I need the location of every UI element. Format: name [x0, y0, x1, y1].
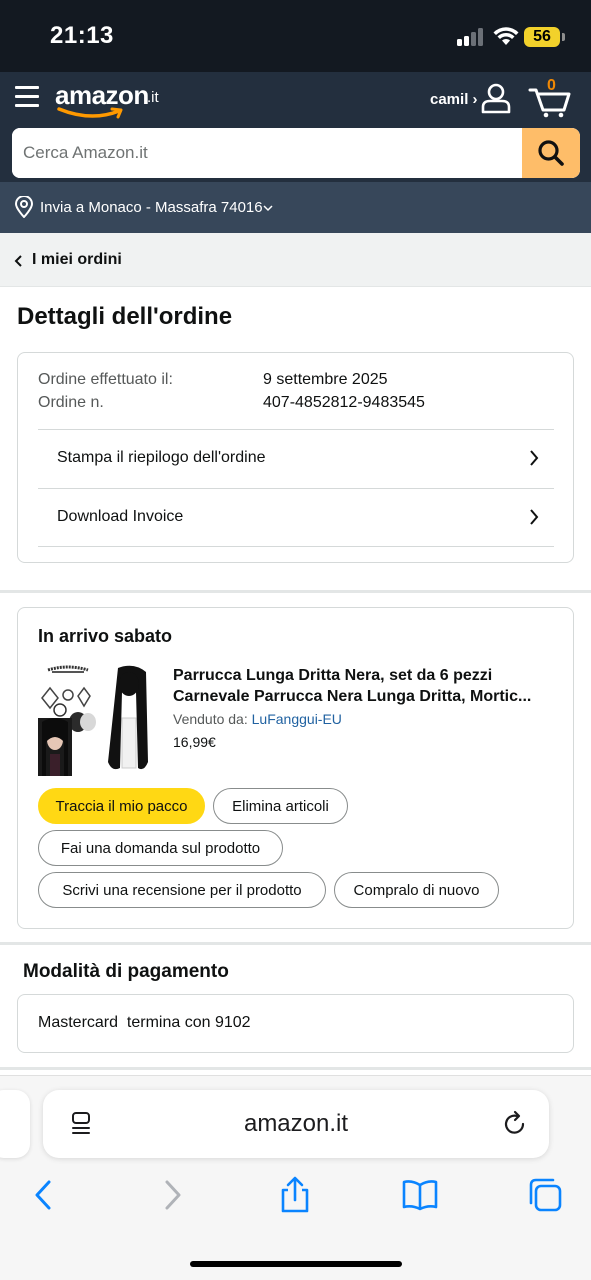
order-date-label: Ordine effettuato il: — [38, 371, 173, 388]
address-bar[interactable]: amazon.it — [43, 1090, 549, 1158]
product-price: 16,99€ — [173, 734, 216, 750]
forward-icon[interactable] — [153, 1176, 191, 1214]
chevron-down-icon — [263, 205, 273, 212]
section-divider — [0, 1067, 591, 1070]
home-indicator — [190, 1261, 402, 1267]
deliver-address: Invia a Monaco - Massafra 74016 — [40, 199, 263, 216]
breadcrumb[interactable]: I miei ordini — [0, 233, 591, 287]
chevron-right-icon — [530, 450, 539, 466]
chevron-right-icon — [530, 509, 539, 525]
sold-by: Venduto da: LuFanggui-EU — [173, 711, 342, 727]
battery-tip — [562, 33, 565, 41]
buy-again-button[interactable]: Compralo di nuovo — [334, 872, 499, 908]
reload-icon[interactable] — [502, 1110, 528, 1138]
logo-tld: .it — [147, 89, 159, 106]
smile-arrow-icon — [57, 107, 123, 119]
bookmarks-icon[interactable] — [401, 1176, 439, 1214]
battery-indicator: 56 — [524, 27, 560, 47]
search-button[interactable] — [522, 128, 580, 178]
chevron-left-icon — [14, 255, 22, 267]
user-icon[interactable] — [480, 82, 512, 114]
order-number-value: 407-4852812-9483545 — [263, 394, 425, 411]
product-image[interactable] — [38, 662, 150, 776]
sold-by-label: Venduto da: — [173, 711, 248, 727]
status-time: 21:13 — [50, 22, 114, 49]
shipment-card: In arrivo sabato Parrucca Lunga Dritta N… — [17, 607, 574, 929]
share-icon[interactable] — [276, 1176, 314, 1214]
product-title[interactable]: Parrucca Lunga Dritta Nera, set da 6 pez… — [173, 665, 558, 707]
download-invoice-link[interactable]: Download Invoice — [38, 488, 554, 546]
download-invoice-label: Download Invoice — [57, 508, 184, 525]
payment-section-title: Modalità di pagamento — [23, 961, 229, 982]
deliver-to-bar[interactable]: Invia a Monaco - Massafra 74016 — [0, 182, 591, 233]
track-package-button[interactable]: Traccia il mio pacco — [38, 788, 205, 824]
product-title-line1: Parrucca Lunga Dritta Nera, set da 6 pez… — [173, 667, 493, 684]
print-summary-link[interactable]: Stampa il riepilogo dell'ordine — [38, 429, 554, 487]
status-bar: 21:13 56 — [0, 0, 591, 72]
write-review-button[interactable]: Scrivi una recensione per il prodotto — [38, 872, 326, 908]
delete-items-button[interactable]: Elimina articoli — [213, 788, 348, 824]
amazon-logo[interactable]: amazon .it — [55, 80, 170, 120]
shipment-status: In arrivo sabato — [38, 626, 173, 646]
cellular-signal-icon — [457, 28, 485, 46]
previous-tab-peek[interactable] — [0, 1090, 30, 1158]
account-link[interactable]: camil › — [430, 91, 478, 108]
browser-toolbar: amazon.it — [0, 1075, 591, 1280]
divider — [38, 546, 554, 547]
search-icon — [538, 140, 564, 166]
payment-method-card: Mastercard termina con 9102 — [17, 994, 574, 1053]
section-divider — [0, 942, 591, 945]
print-summary-label: Stampa il riepilogo dell'ordine — [57, 449, 266, 466]
tabs-icon[interactable] — [526, 1176, 564, 1214]
back-icon[interactable] — [25, 1176, 63, 1214]
order-info-card: Ordine effettuato il: 9 settembre 2025 O… — [17, 352, 574, 563]
payment-method: Mastercard termina con 9102 — [38, 1014, 251, 1031]
ask-question-button[interactable]: Fai una domanda sul prodotto — [38, 830, 283, 866]
order-date-value: 9 settembre 2025 — [263, 371, 388, 388]
cart-count: 0 — [547, 77, 556, 94]
order-number-label: Ordine n. — [38, 394, 104, 411]
product-title-line2: Carnevale Parrucca Nera Lunga Dritta, Mo… — [173, 688, 532, 705]
seller-link[interactable]: LuFanggui-EU — [252, 711, 342, 727]
breadcrumb-my-orders[interactable]: I miei ordini — [32, 251, 122, 269]
location-pin-icon — [14, 196, 34, 218]
search-bar — [12, 128, 580, 178]
url-text: amazon.it — [243, 1110, 349, 1137]
search-input[interactable] — [12, 128, 522, 178]
amazon-header: amazon .it camil › 0 — [0, 72, 591, 182]
page-title: Dettagli dell'ordine — [17, 303, 233, 330]
hamburger-menu-icon[interactable] — [15, 86, 41, 108]
wifi-icon — [493, 27, 519, 45]
section-divider — [0, 590, 591, 593]
